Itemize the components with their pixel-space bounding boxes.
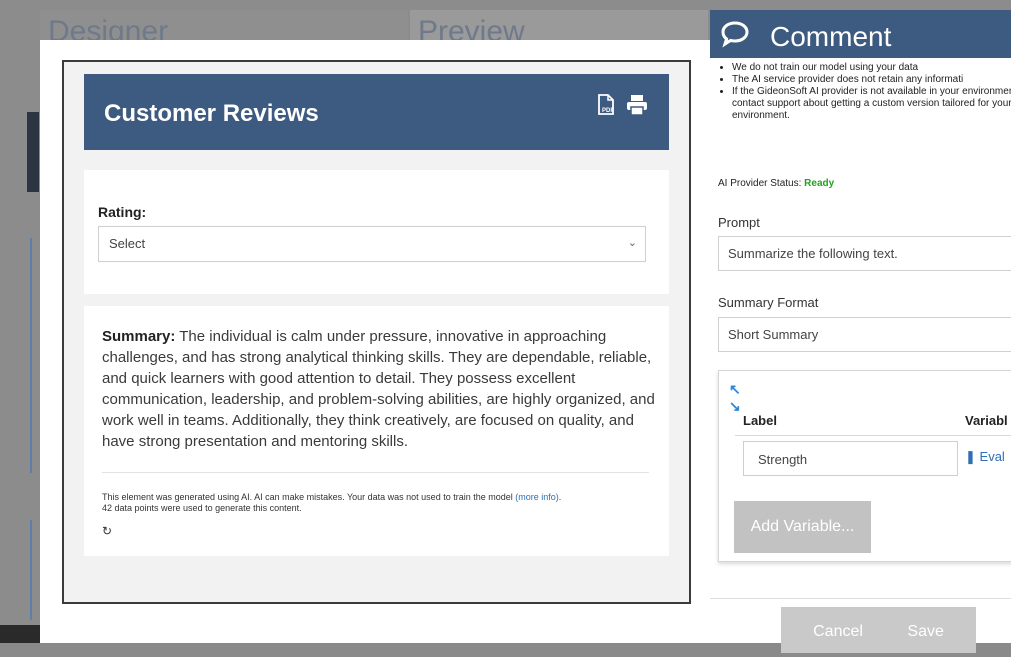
divider	[710, 598, 1011, 599]
list-item: The AI service provider does not retain …	[732, 74, 1011, 86]
panel-header: Comment	[710, 10, 1011, 58]
list-item: We do not train our model using your dat…	[732, 62, 1011, 74]
column-header-variable: Variabl	[965, 413, 1008, 428]
rating-select-value: Select	[109, 236, 146, 251]
variable-link-label: Eval	[979, 449, 1005, 464]
panel-title: Comment	[770, 21, 892, 52]
variables-box: ↖ ↘ Label Variabl Strength ❚ Eval Add Var…	[718, 370, 1011, 562]
ai-provider-status: AI Provider Status: Ready	[718, 178, 834, 189]
comment-panel: Comment We do not train our model using …	[710, 10, 1011, 653]
ai-disclaimer-end: .	[558, 492, 562, 502]
tab-designer: Designer	[40, 10, 408, 44]
summary-card: Summary: The individual is calm under pr…	[84, 306, 669, 556]
form-header: Customer Reviews PDF	[84, 74, 669, 150]
divider	[102, 472, 649, 473]
summary-format-label: Summary Format	[718, 295, 819, 310]
comment-icon	[720, 20, 750, 53]
summary-format-select[interactable]: Short Summary	[718, 317, 1011, 352]
add-variable-button[interactable]: Add Variable...	[734, 501, 871, 553]
speech-bubble-icon: ❚	[965, 449, 976, 464]
background-divider	[30, 238, 40, 473]
summary-text: Summary: The individual is calm under pr…	[102, 326, 657, 452]
prompt-input[interactable]: Summarize the following text.	[718, 236, 1011, 271]
refresh-icon[interactable]: ↻	[102, 524, 112, 538]
cancel-button[interactable]: Cancel	[813, 623, 863, 640]
variable-label-value: Strength	[758, 452, 808, 467]
summary-label: Summary:	[102, 328, 176, 345]
column-header-label: Label	[743, 413, 777, 428]
pdf-icon[interactable]: PDF	[596, 94, 616, 121]
ai-disclaimer-text: This element was generated using AI. AI …	[102, 492, 516, 502]
variable-link[interactable]: ❚ Eval	[965, 449, 1005, 465]
chevron-down-icon: ⌄	[627, 237, 637, 249]
status-badge: Ready	[804, 178, 835, 189]
expand-icon[interactable]: ↖ ↘	[729, 381, 741, 415]
prompt-value: Summarize the following text.	[728, 246, 898, 261]
preview-modal: Customer Reviews PDF Rating: Select ⌄ Su…	[40, 40, 710, 643]
page-title: Customer Reviews	[104, 100, 319, 127]
prompt-label: Prompt	[718, 215, 760, 230]
background-divider	[30, 520, 40, 620]
svg-text:PDF: PDF	[602, 108, 614, 114]
rating-select[interactable]: Select ⌄	[98, 226, 646, 262]
summary-format-value: Short Summary	[728, 327, 819, 342]
rating-label: Rating:	[98, 204, 147, 220]
printer-icon[interactable]	[626, 94, 648, 121]
divider	[735, 435, 1011, 436]
list-item: If the GideonSoft AI provider is not ava…	[732, 86, 1011, 122]
tab-preview: Preview	[410, 10, 708, 44]
background-sidebar	[27, 112, 39, 192]
background-footer	[0, 625, 40, 643]
data-points-text: 42 data points were used to generate thi…	[102, 503, 302, 513]
more-info-link[interactable]: (more info)	[515, 492, 559, 502]
variable-label-input[interactable]: Strength	[743, 441, 958, 476]
status-label: AI Provider Status:	[718, 178, 805, 189]
cancel-save-button-group: Cancel Save	[781, 607, 976, 653]
rating-card: Rating: Select ⌄	[84, 170, 669, 294]
privacy-list: We do not train our model using your dat…	[718, 62, 1011, 122]
preview-frame: Customer Reviews PDF Rating: Select ⌄ Su…	[62, 60, 691, 604]
ai-disclaimer: This element was generated using AI. AI …	[102, 492, 662, 514]
summary-body: The individual is calm under pressure, i…	[102, 328, 655, 450]
save-button[interactable]: Save	[907, 623, 943, 640]
